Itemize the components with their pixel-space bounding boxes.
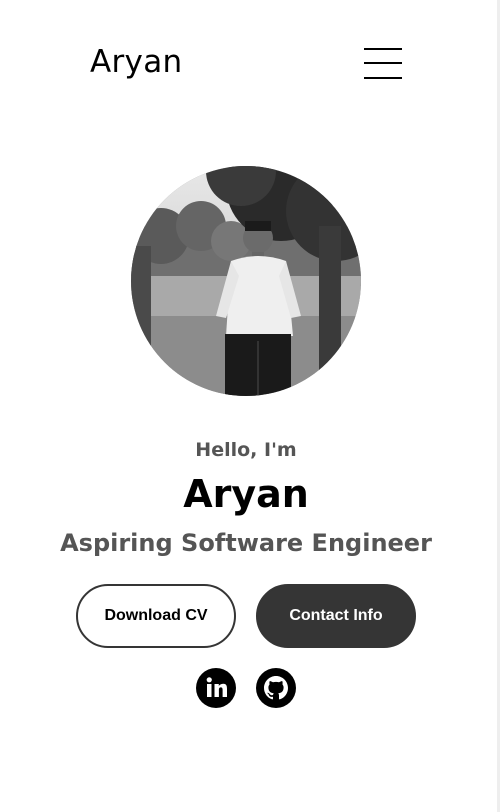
linkedin-icon[interactable] <box>196 668 236 708</box>
hero-name: Aryan <box>183 472 309 516</box>
hamburger-menu-icon[interactable] <box>364 48 402 79</box>
page: Aryan Hello, I'm Aryan Aspiring Software… <box>0 0 500 812</box>
contact-info-button[interactable]: Contact Info <box>256 584 416 648</box>
profile-photo <box>131 166 361 396</box>
hero-title: Aspiring Software Engineer <box>60 529 432 557</box>
greeting-text: Hello, I'm <box>195 439 297 461</box>
site-logo[interactable]: Aryan <box>90 44 182 80</box>
download-cv-button[interactable]: Download CV <box>76 584 236 648</box>
github-icon[interactable] <box>256 668 296 708</box>
